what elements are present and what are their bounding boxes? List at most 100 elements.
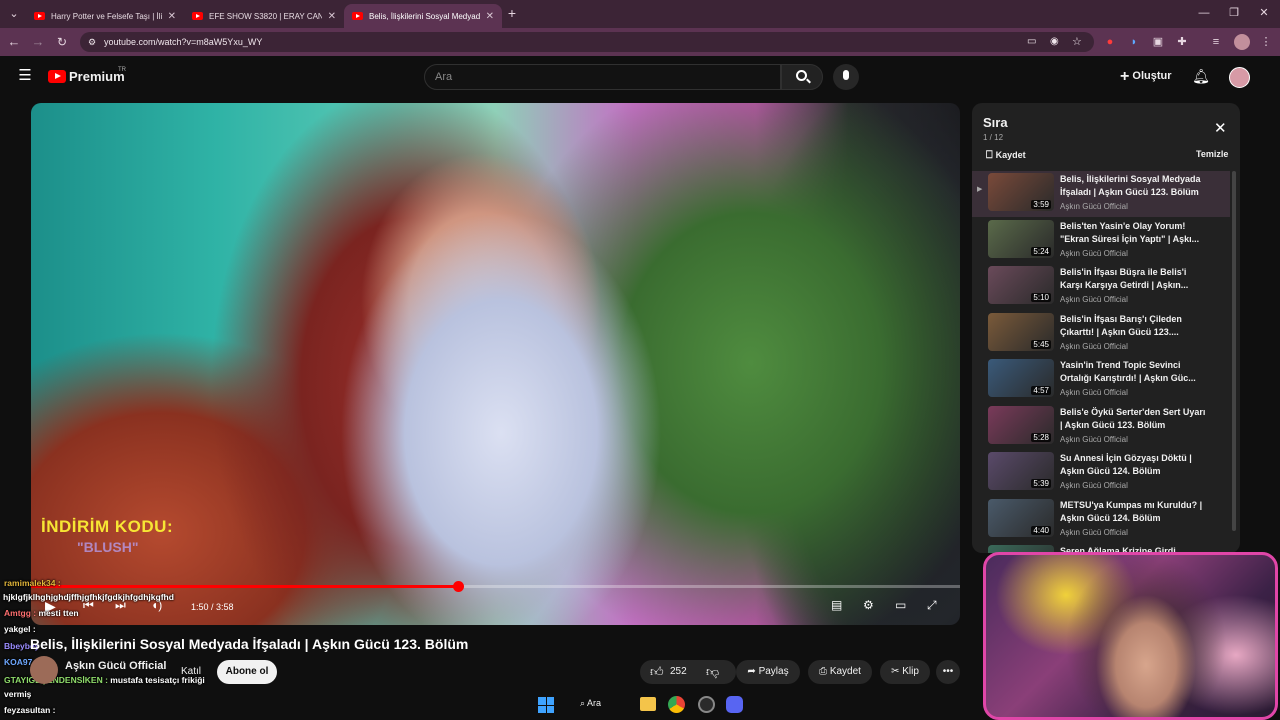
- promo-code-value: "BLUSH": [77, 539, 139, 555]
- video-player[interactable]: İNDİRİM KODU: "BLUSH" ▶ ⏮ ⏭ ◖) 1:50 / 3:…: [31, 103, 960, 625]
- voice-search-button[interactable]: [833, 64, 859, 90]
- channel-name[interactable]: Aşkın Gücü Official: [65, 660, 166, 672]
- chat-message: yakgel :: [4, 624, 36, 634]
- browser-toolbar: ← → ↻ ⚙ youtube.com/watch?v=m8aW5Yxu_WY …: [0, 28, 1280, 56]
- microphone-icon: [843, 70, 849, 80]
- duration-badge: 5:39: [1031, 479, 1051, 488]
- playlist-item[interactable]: 4:57 Yasin'in Trend Topic Sevinci Ortalığ…: [972, 357, 1230, 403]
- playlist-item[interactable]: ▶ 3:59 Belis, İlişkilerini Sosyal Medyada …: [972, 171, 1230, 217]
- create-button[interactable]: + Oluştur: [1120, 68, 1172, 86]
- chat-message: feyzasultan :: [4, 705, 56, 715]
- playlist-thumbnail[interactable]: 5:28: [988, 405, 1054, 444]
- save-icon: ⎙: [819, 666, 830, 677]
- playlist-item[interactable]: 4:40 METSU'ya Kumpas mı Kuruldu? | Aşkın …: [972, 497, 1230, 543]
- channel-avatar[interactable]: [30, 656, 58, 684]
- profile-avatar[interactable]: [1234, 34, 1250, 50]
- extension-icon[interactable]: ▣: [1150, 34, 1166, 50]
- dislike-icon[interactable]: 👎︎: [706, 660, 719, 684]
- playlist-thumbnail[interactable]: 5:39: [988, 452, 1054, 490]
- browser-tab-1[interactable]: Harry Potter ve Felsefe Taşı | İli ✕: [26, 4, 184, 28]
- browser-tab-3[interactable]: Belis, İlişkilerini Sosyal Medyada ✕: [344, 4, 502, 28]
- tab-close-icon[interactable]: ✕: [486, 11, 494, 22]
- plus-icon: +: [1120, 68, 1130, 85]
- playlist-clear-button[interactable]: Temizle: [1196, 149, 1228, 159]
- progress-scrubber[interactable]: [453, 581, 465, 592]
- playlist-item[interactable]: 5:10 Belis'in İfşası Büşra ile Belis'i Ka…: [972, 264, 1230, 310]
- playlist-thumbnail[interactable]: 5:10: [988, 266, 1054, 304]
- cast-icon[interactable]: ▭: [1027, 32, 1036, 52]
- playlist-thumbnail[interactable]: 3:59: [988, 173, 1054, 211]
- bookmark-star-icon[interactable]: ☆: [1072, 32, 1082, 52]
- account-avatar[interactable]: [1229, 67, 1250, 88]
- youtube-favicon-icon: [34, 12, 45, 20]
- playlist-thumbnail[interactable]: 5:24: [988, 219, 1054, 258]
- file-explorer-icon[interactable]: [640, 697, 656, 711]
- notifications-bell-icon[interactable]: 🔔︎: [1192, 68, 1210, 84]
- save-button[interactable]: ⎙ Kaydet: [808, 660, 872, 684]
- tab-list-icon[interactable]: ⌄: [6, 6, 22, 22]
- taskbar-search[interactable]: ⌕ Ara: [580, 698, 601, 709]
- chat-username: yakgel :: [4, 624, 36, 634]
- playlist-item[interactable]: 5:28 Belis'e Öykü Serter'den Sert Uyarı |…: [972, 404, 1230, 450]
- extension-red-icon[interactable]: ●: [1102, 34, 1118, 50]
- url-text: youtube.com/watch?v=m8aW5Yxu_WY: [104, 37, 263, 47]
- playlist-item-channel: Aşkın Gücü Official: [1060, 295, 1128, 304]
- taskbar: ⌕ Ara: [520, 690, 760, 720]
- playlist-close-icon[interactable]: ✕: [1214, 119, 1227, 137]
- hamburger-menu-icon[interactable]: ☰: [16, 68, 34, 84]
- browser-menu-icon[interactable]: ⋮: [1258, 34, 1274, 50]
- playlist-panel: Sıra 1 / 12 ✕ ⎕ Kaydet Temizle ▶ 3:59 Beli…: [972, 103, 1240, 553]
- share-button[interactable]: ➦ Paylaş: [736, 660, 800, 684]
- chrome-icon[interactable]: [668, 696, 685, 713]
- playlist-title: Sıra: [983, 115, 1008, 130]
- address-bar[interactable]: ⚙ youtube.com/watch?v=m8aW5Yxu_WY ▭ ◉ ☆: [80, 32, 1094, 52]
- restore-icon[interactable]: ❐: [1226, 5, 1242, 21]
- theater-mode-icon[interactable]: ▭: [895, 598, 906, 612]
- forward-icon[interactable]: →: [30, 34, 46, 50]
- playlist-item[interactable]: 5:24 Belis'ten Yasin'e Olay Yorum! "Ekran…: [972, 218, 1230, 264]
- subtitles-icon[interactable]: ▤: [831, 598, 842, 612]
- chat-text: hjklgfjklhghjghdjffhjgfhkjfgdkjhfgdhjkgf…: [3, 592, 174, 602]
- app-icon[interactable]: [698, 696, 715, 713]
- video-progress-bar[interactable]: [31, 581, 960, 592]
- fullscreen-icon[interactable]: ⤢: [927, 598, 937, 613]
- playlist-item[interactable]: 5:39 Su Annesi İçin Gözyaşı Döktü | Aşkın…: [972, 450, 1230, 496]
- scissors-icon: ✂: [891, 666, 903, 677]
- reading-list-icon[interactable]: ≡: [1208, 34, 1224, 50]
- youtube-premium-label[interactable]: Premium: [69, 69, 125, 84]
- site-info-icon[interactable]: ⚙: [88, 32, 96, 52]
- playlist-save-button[interactable]: ⎕ Kaydet: [986, 149, 1026, 162]
- more-actions-icon[interactable]: •••: [936, 660, 960, 684]
- clip-button[interactable]: ✂ Klip: [880, 660, 930, 684]
- playlist-thumbnail[interactable]: 5:45: [988, 312, 1054, 351]
- extension-audio-icon[interactable]: ◗: [1126, 34, 1142, 50]
- back-icon[interactable]: ←: [6, 34, 22, 50]
- youtube-favicon-icon: [192, 12, 203, 20]
- tab-close-icon[interactable]: ✕: [328, 11, 336, 22]
- playlist-scrollbar[interactable]: [1232, 171, 1236, 531]
- minimize-icon[interactable]: —: [1196, 5, 1212, 21]
- playlist-item[interactable]: 5:45 Belis'in İfşası Barış'ı Çileden Çıka…: [972, 311, 1230, 357]
- subscribe-button[interactable]: Abone ol: [217, 660, 277, 684]
- settings-gear-icon[interactable]: ⚙: [863, 598, 874, 612]
- time-display: 1:50 / 3:58: [191, 602, 234, 612]
- playlist-thumbnail[interactable]: 4:57: [988, 359, 1054, 397]
- search-input[interactable]: Ara: [424, 64, 781, 90]
- window-close-icon[interactable]: ✕: [1256, 5, 1272, 21]
- windows-start-icon[interactable]: [538, 697, 554, 713]
- like-icon[interactable]: 👍︎: [650, 660, 664, 684]
- join-button[interactable]: Katıl: [171, 660, 211, 684]
- discord-icon[interactable]: [726, 696, 743, 713]
- duration-badge: 3:59: [1031, 200, 1051, 209]
- extensions-puzzle-icon[interactable]: ✚: [1174, 34, 1190, 50]
- search-button[interactable]: [781, 64, 823, 90]
- eye-off-icon[interactable]: ◉: [1050, 32, 1059, 52]
- browser-tab-2[interactable]: EFE SHOW S3820 | ERAY CAN C ✕: [184, 4, 344, 28]
- playlist-item-title: METSU'ya Kumpas mı Kuruldu? | Aşkın Gücü…: [1060, 499, 1203, 523]
- tab-close-icon[interactable]: ✕: [168, 11, 176, 22]
- playlist-thumbnail[interactable]: 4:40: [988, 498, 1054, 537]
- reload-icon[interactable]: ↻: [54, 34, 70, 50]
- youtube-logo-icon[interactable]: [48, 70, 66, 83]
- chat-message: Amtgg : mesti tten: [4, 608, 79, 618]
- new-tab-icon[interactable]: +: [504, 5, 520, 21]
